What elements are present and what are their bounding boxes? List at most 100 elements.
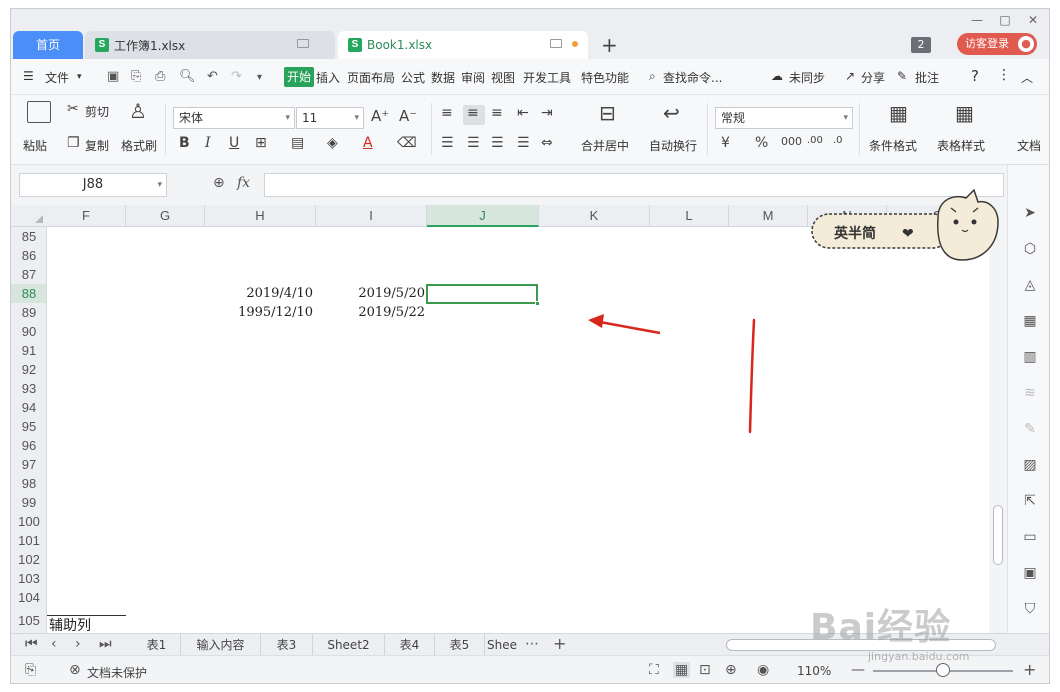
tab-book1[interactable]: S Book1.xlsx: [338, 31, 588, 59]
print-icon[interactable]: ⎙: [155, 69, 165, 84]
share-icon[interactable]: ↗: [845, 69, 855, 83]
chevron-down-icon[interactable]: ▾: [77, 72, 82, 82]
more-options-icon[interactable]: ⋮: [997, 67, 1011, 83]
quick-access-dropdown-icon[interactable]: ▾: [257, 72, 262, 83]
archive-icon[interactable]: ▭: [1022, 529, 1038, 545]
table-style-button[interactable]: 表格样式: [937, 137, 985, 154]
active-cell-j88[interactable]: [426, 284, 540, 306]
worksheet-grid[interactable]: 2019/4/10 2019/5/20 1995/12/10 2019/5/22…: [47, 227, 989, 633]
column-header-g[interactable]: G: [126, 205, 205, 227]
column-header-j[interactable]: J: [427, 205, 539, 227]
row-header[interactable]: 105: [11, 611, 46, 630]
undo-icon[interactable]: ↶: [207, 69, 218, 84]
save-icon[interactable]: ▣: [107, 69, 119, 84]
image-icon[interactable]: ▣: [1022, 565, 1038, 581]
menu-special[interactable]: 特色功能: [581, 69, 629, 86]
cursor-icon[interactable]: ➤: [1022, 205, 1038, 221]
tab-workbook1[interactable]: S 工作簿1.xlsx: [85, 31, 335, 59]
reading-mode-icon[interactable]: ⊕: [725, 662, 737, 678]
distribute-icon[interactable]: ⇔: [541, 135, 553, 151]
more-sheets-icon[interactable]: ⋯: [525, 636, 539, 652]
row-header-active[interactable]: 88: [11, 284, 46, 303]
row-header[interactable]: 98: [11, 474, 46, 493]
menu-insert[interactable]: 插入: [316, 69, 340, 86]
menu-view[interactable]: 视图: [491, 69, 515, 86]
collapse-ribbon-icon[interactable]: ︿: [1021, 69, 1033, 86]
search-command[interactable]: 查找命令...: [663, 69, 722, 86]
menu-page-layout[interactable]: 页面布局: [347, 69, 395, 86]
menu-review[interactable]: 审阅: [461, 69, 485, 86]
column-header-l[interactable]: L: [650, 205, 729, 227]
row-header[interactable]: 97: [11, 455, 46, 474]
add-sheet-icon[interactable]: +: [553, 634, 566, 653]
row-header[interactable]: 90: [11, 322, 46, 341]
document-button[interactable]: 文档: [1017, 137, 1041, 154]
sheet-tab[interactable]: 表5: [435, 634, 485, 656]
next-sheet-icon[interactable]: ›: [75, 636, 81, 652]
sheet-tab[interactable]: 表3: [261, 634, 313, 656]
tab-home[interactable]: 首页: [13, 31, 83, 59]
row-header[interactable]: 89: [11, 303, 46, 322]
menu-start[interactable]: 开始: [284, 67, 315, 87]
wrap-text-button[interactable]: 自动换行: [649, 137, 697, 154]
help-icon[interactable]: ?: [971, 67, 979, 85]
sheet-tab[interactable]: 表1: [133, 634, 181, 656]
menu-developer[interactable]: 开发工具: [523, 69, 571, 86]
vertical-scroll-thumb[interactable]: [993, 505, 1003, 565]
conditional-format-icon[interactable]: ▦: [889, 101, 908, 125]
zoom-level[interactable]: 110%: [797, 664, 831, 678]
row-header[interactable]: 100: [11, 512, 46, 531]
eye-protection-icon[interactable]: ◉: [757, 662, 769, 678]
fill-color-icon[interactable]: ◈: [327, 135, 338, 151]
thousands-icon[interactable]: 000: [781, 135, 802, 148]
column-header-i[interactable]: I: [316, 205, 427, 227]
menu-file[interactable]: 文件: [45, 69, 69, 86]
edit-icon[interactable]: ✎: [1022, 421, 1038, 437]
row-header[interactable]: 99: [11, 493, 46, 512]
borders-icon[interactable]: ⊞: [255, 135, 267, 151]
row-header[interactable]: 85: [11, 227, 46, 246]
name-box[interactable]: J88 ▾: [19, 173, 167, 197]
export-icon[interactable]: ⇱: [1022, 493, 1038, 509]
cloud-sync-icon[interactable]: ☁: [771, 69, 783, 83]
format-painter-button[interactable]: 格式刷: [121, 137, 157, 154]
table-style-icon[interactable]: ▦: [955, 101, 974, 125]
indent-increase-icon[interactable]: ⇥: [541, 105, 553, 121]
cut-button[interactable]: 剪切: [85, 103, 109, 120]
minimize-icon[interactable]: —: [967, 13, 987, 27]
row-header[interactable]: 86: [11, 246, 46, 265]
cell-h89[interactable]: 1995/12/10: [238, 305, 313, 320]
last-sheet-icon[interactable]: ⏭: [99, 636, 112, 652]
column-header-k[interactable]: K: [539, 205, 650, 227]
fx-icon[interactable]: fx: [237, 175, 250, 191]
scissors-icon[interactable]: ✂: [67, 101, 79, 117]
print-preview-icon[interactable]: 🔍︎: [179, 69, 196, 84]
new-tab-plus-icon[interactable]: +: [601, 33, 618, 57]
comment-icon[interactable]: ✎: [897, 69, 907, 83]
row-header[interactable]: 91: [11, 341, 46, 360]
shapes-icon[interactable]: ⬡: [1022, 241, 1038, 257]
cell-i89[interactable]: 2019/5/22: [358, 305, 425, 320]
increase-font-icon[interactable]: A⁺: [371, 107, 389, 125]
merge-center-icon[interactable]: ⊟: [599, 101, 616, 125]
align-left-icon[interactable]: ☰: [441, 135, 454, 151]
column-header-m[interactable]: M: [729, 205, 808, 227]
row-header[interactable]: 95: [11, 417, 46, 436]
hamburger-icon[interactable]: ☰: [23, 69, 34, 83]
percent-button[interactable]: %: [755, 135, 768, 151]
cell-i88[interactable]: 2019/5/20: [358, 286, 425, 301]
row-header[interactable]: 93: [11, 379, 46, 398]
menu-data[interactable]: 数据: [431, 69, 455, 86]
maximize-icon[interactable]: □: [995, 13, 1015, 27]
underline-button[interactable]: U: [229, 135, 239, 151]
row-header[interactable]: 92: [11, 360, 46, 379]
row-header[interactable]: 103: [11, 569, 46, 588]
align-right-icon[interactable]: ☰: [491, 135, 504, 151]
align-center-icon[interactable]: ☰: [467, 135, 480, 151]
cell-style-icon[interactable]: ▤: [291, 135, 304, 151]
sheet-tab[interactable]: 输入内容: [181, 634, 261, 656]
number-format-select[interactable]: 常规 ▾: [715, 107, 853, 129]
window-count-badge[interactable]: 2: [911, 37, 931, 53]
share-button[interactable]: 分享: [861, 69, 885, 86]
wrap-text-icon[interactable]: ↩: [663, 101, 680, 125]
